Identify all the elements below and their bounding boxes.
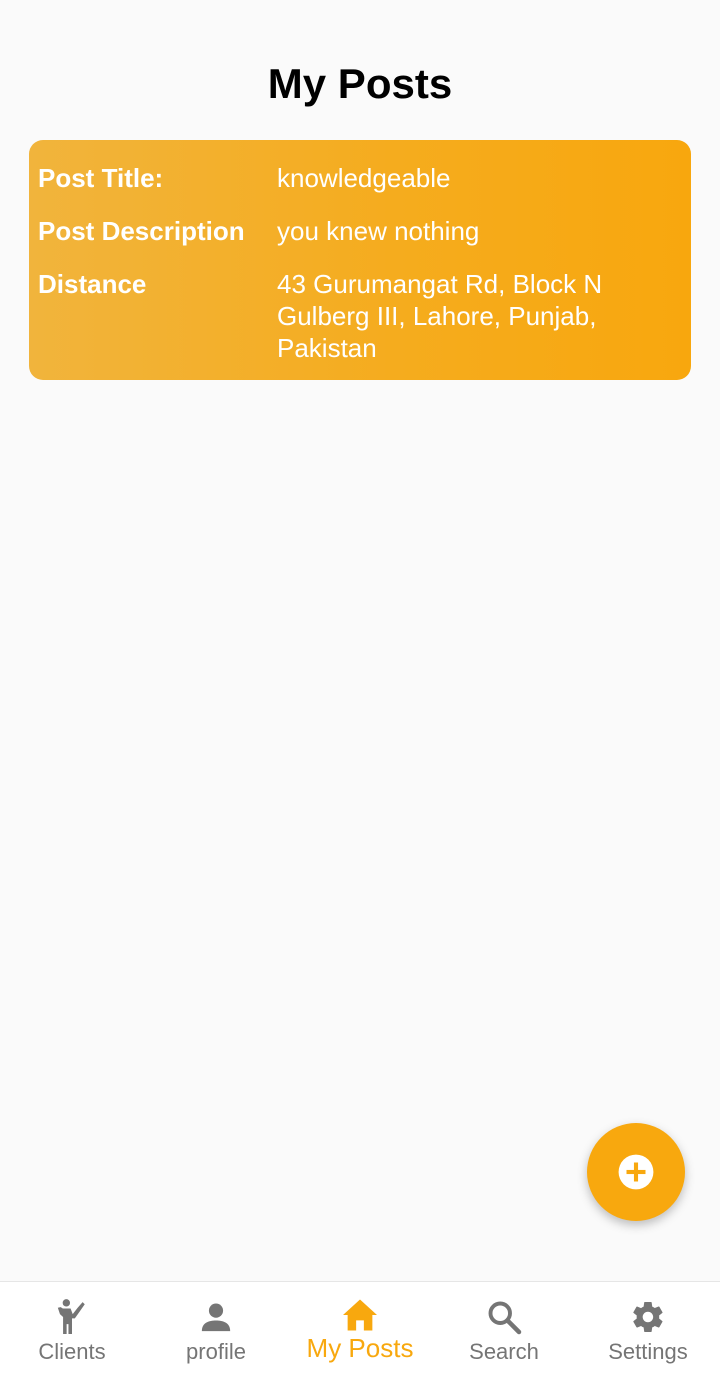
post-title-row: Post Title: knowledgeable <box>38 162 682 194</box>
add-circle-icon <box>618 1154 654 1190</box>
post-distance-row: Distance 43 Gurumangat Rd, Block N Gulbe… <box>38 268 682 364</box>
post-description-label: Post Description <box>38 216 245 246</box>
post-distance-label: Distance <box>38 269 147 299</box>
nav-item-clients[interactable]: Clients <box>0 1282 144 1379</box>
gear-icon <box>630 1298 666 1336</box>
nav-label-clients: Clients <box>38 1339 106 1364</box>
post-card[interactable]: Post Title: knowledgeable Post Descripti… <box>29 140 691 380</box>
page-title: My Posts <box>267 60 453 107</box>
post-description-row: Post Description you knew nothing <box>38 215 682 247</box>
nav-label-search: Search <box>469 1339 539 1364</box>
post-title-label: Post Title: <box>38 163 164 193</box>
nav-label-my-posts: My Posts <box>306 1333 414 1363</box>
nav-item-my-posts[interactable]: My Posts <box>288 1282 432 1379</box>
post-description-value: you knew nothing <box>277 216 480 246</box>
nav-item-profile[interactable]: profile <box>144 1282 288 1379</box>
nav-item-settings[interactable]: Settings <box>576 1282 720 1379</box>
nav-label-settings: Settings <box>608 1339 688 1364</box>
nav-item-search[interactable]: Search <box>432 1282 576 1379</box>
home-icon <box>341 1296 379 1334</box>
bottom-navigation: Clients profile My Posts Search Settings <box>0 1281 720 1379</box>
post-title-value: knowledgeable <box>277 163 451 193</box>
add-post-button[interactable] <box>587 1123 685 1221</box>
person-icon <box>199 1298 233 1336</box>
screen: My Posts Post Title: knowledgeable Post … <box>0 0 720 1379</box>
search-icon <box>486 1298 522 1336</box>
post-distance-value: 43 Gurumangat Rd, Block N Gulberg III, L… <box>277 269 603 363</box>
person-waving-icon <box>55 1298 89 1336</box>
nav-label-profile: profile <box>186 1339 246 1364</box>
